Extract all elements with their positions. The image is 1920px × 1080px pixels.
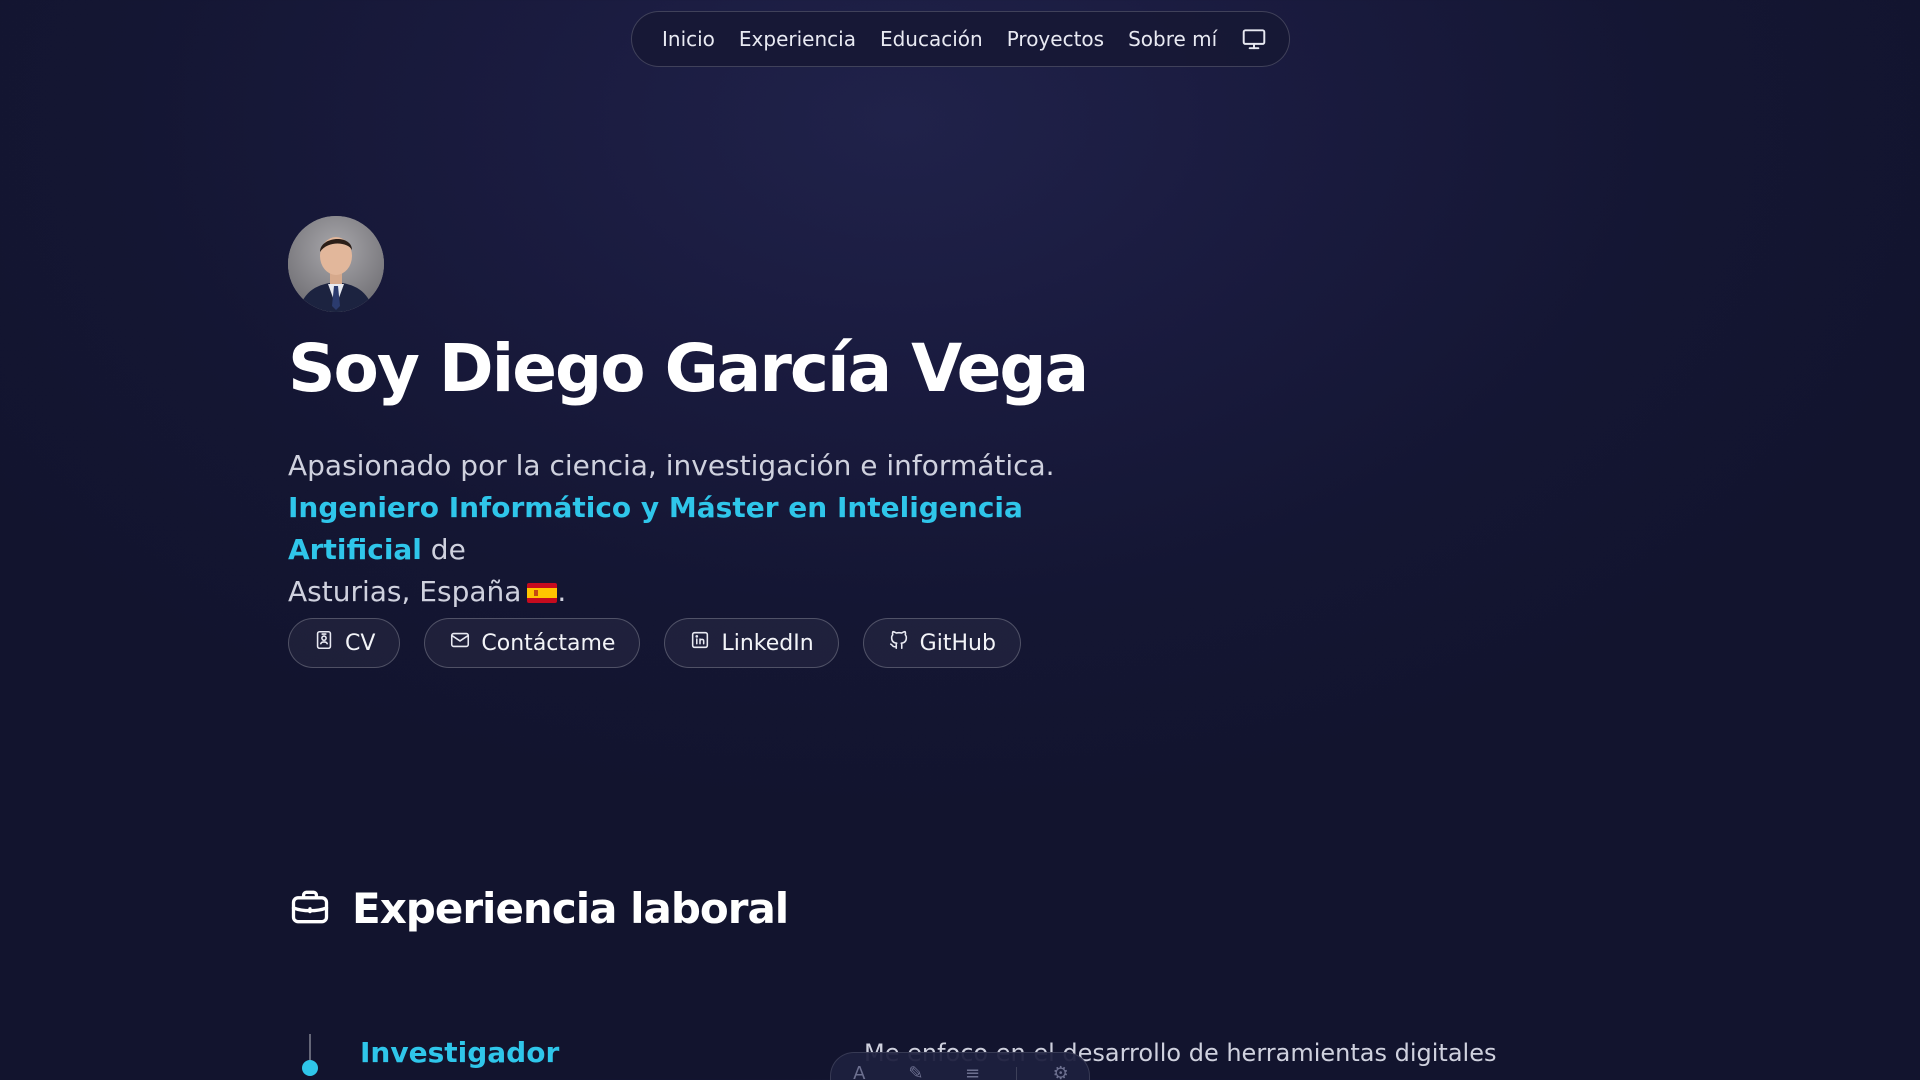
contact-button[interactable]: Contáctame	[424, 618, 641, 668]
monitor-icon[interactable]	[1241, 25, 1267, 53]
nav-educacion[interactable]: Educación	[880, 27, 983, 51]
hero-title: Soy Diego García Vega	[288, 330, 1089, 407]
github-button[interactable]: GitHub	[862, 618, 1021, 668]
hero-intro: Apasionado por la ciencia, investigación…	[288, 445, 1148, 613]
nav-sobre-mi[interactable]: Sobre mí	[1128, 27, 1217, 51]
experience-section-header: Experiencia laboral	[288, 884, 789, 933]
document-icon	[313, 629, 335, 657]
nav-experiencia[interactable]: Experiencia	[739, 27, 856, 51]
github-icon	[888, 629, 910, 657]
contact-button-label: Contáctame	[481, 630, 616, 656]
linkedin-icon	[689, 629, 711, 657]
avatar	[288, 216, 384, 312]
toolbar-icon[interactable]: ≡	[959, 1065, 985, 1080]
toolbar-icon[interactable]: A	[846, 1065, 872, 1080]
nav-proyectos[interactable]: Proyectos	[1007, 27, 1104, 51]
intro-line-3: Asturias, España	[288, 575, 522, 608]
section-title: Experiencia laboral	[352, 884, 789, 933]
cv-button[interactable]: CV	[288, 618, 401, 668]
spain-flag-icon	[527, 573, 558, 603]
hero-buttons: CV Contáctame LinkedIn GitHub	[288, 618, 1021, 668]
linkedin-button-label: LinkedIn	[721, 630, 814, 656]
cv-button-label: CV	[345, 630, 376, 656]
intro-highlight: Ingeniero Informático y Máster en Inteli…	[288, 491, 1023, 566]
job-role: Investigador	[360, 1036, 560, 1069]
intro-line-1: Apasionado por la ciencia, investigación…	[288, 449, 1055, 482]
github-button-label: GitHub	[919, 630, 996, 656]
gear-icon[interactable]: ⚙	[1048, 1065, 1074, 1080]
timeline-dot	[302, 1060, 318, 1076]
toolbar-icon[interactable]: ✎	[903, 1065, 929, 1080]
bottom-toolbar: A ✎ ≡ ⚙	[830, 1052, 1090, 1080]
nav-inicio[interactable]: Inicio	[662, 27, 715, 51]
briefcase-icon	[288, 885, 332, 933]
top-nav: Inicio Experiencia Educación Proyectos S…	[631, 11, 1290, 67]
toolbar-divider	[1016, 1067, 1018, 1080]
intro-line-3-end: .	[557, 575, 567, 608]
intro-line-2-tail: de	[421, 533, 466, 566]
mail-icon	[449, 629, 471, 657]
linkedin-button[interactable]: LinkedIn	[664, 618, 839, 668]
